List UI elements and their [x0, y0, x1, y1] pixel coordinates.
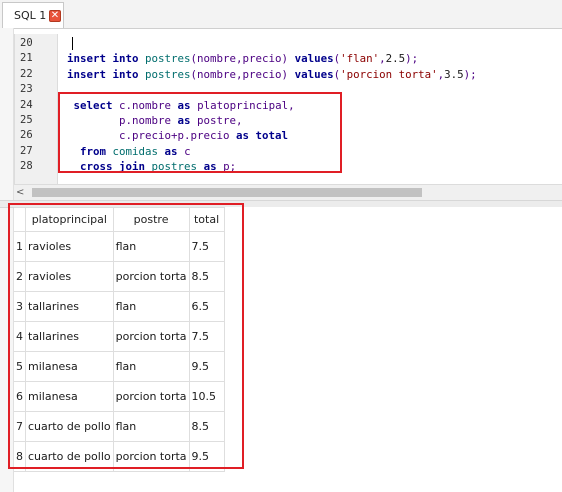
scroll-left-icon[interactable]: < [16, 187, 24, 198]
code-token: insert [67, 52, 113, 66]
tab-label: SQL 1 [14, 9, 47, 22]
line-number: 21 [20, 52, 33, 65]
code-token: into [112, 52, 146, 66]
text-cursor [72, 37, 73, 50]
code-token: postres [145, 52, 191, 66]
code-line: insert into postres(nombre,precio) value… [67, 51, 418, 66]
code-line: insert into postres(nombre,precio) value… [67, 67, 477, 82]
line-number: 27 [20, 144, 33, 157]
tab-bar: SQL 1 ✕ [0, 0, 562, 29]
code-token: (nombre,precio) [190, 67, 295, 81]
line-number: 22 [20, 67, 33, 80]
line-number: 26 [20, 129, 33, 142]
code-token: postres [145, 67, 191, 81]
code-token: values [294, 67, 334, 81]
code-token: into [112, 67, 146, 81]
code-token: values [294, 52, 334, 66]
line-number: 25 [20, 114, 33, 126]
tab-sql-1[interactable]: SQL 1 ✕ [2, 2, 64, 28]
code-token: (nombre,precio) [190, 52, 295, 66]
scrollbar-thumb[interactable] [32, 188, 422, 197]
code-token: 2.5 [385, 52, 406, 66]
results-highlight-box [8, 203, 244, 469]
code-token: 'flan' [340, 52, 380, 66]
horizontal-scrollbar[interactable]: < [14, 184, 562, 201]
close-icon[interactable]: ✕ [49, 10, 61, 22]
line-number: 28 [20, 160, 33, 173]
code-token: ); [463, 67, 477, 81]
code-token: 3.5 [444, 67, 464, 81]
code-token: 'porcion torta' [340, 67, 438, 81]
line-number: 20 [20, 37, 33, 49]
code-token: insert [67, 67, 113, 81]
code-token: ); [405, 52, 419, 66]
line-number: 23 [20, 83, 33, 96]
query-highlight-box [58, 92, 342, 173]
line-number: 24 [20, 98, 33, 111]
